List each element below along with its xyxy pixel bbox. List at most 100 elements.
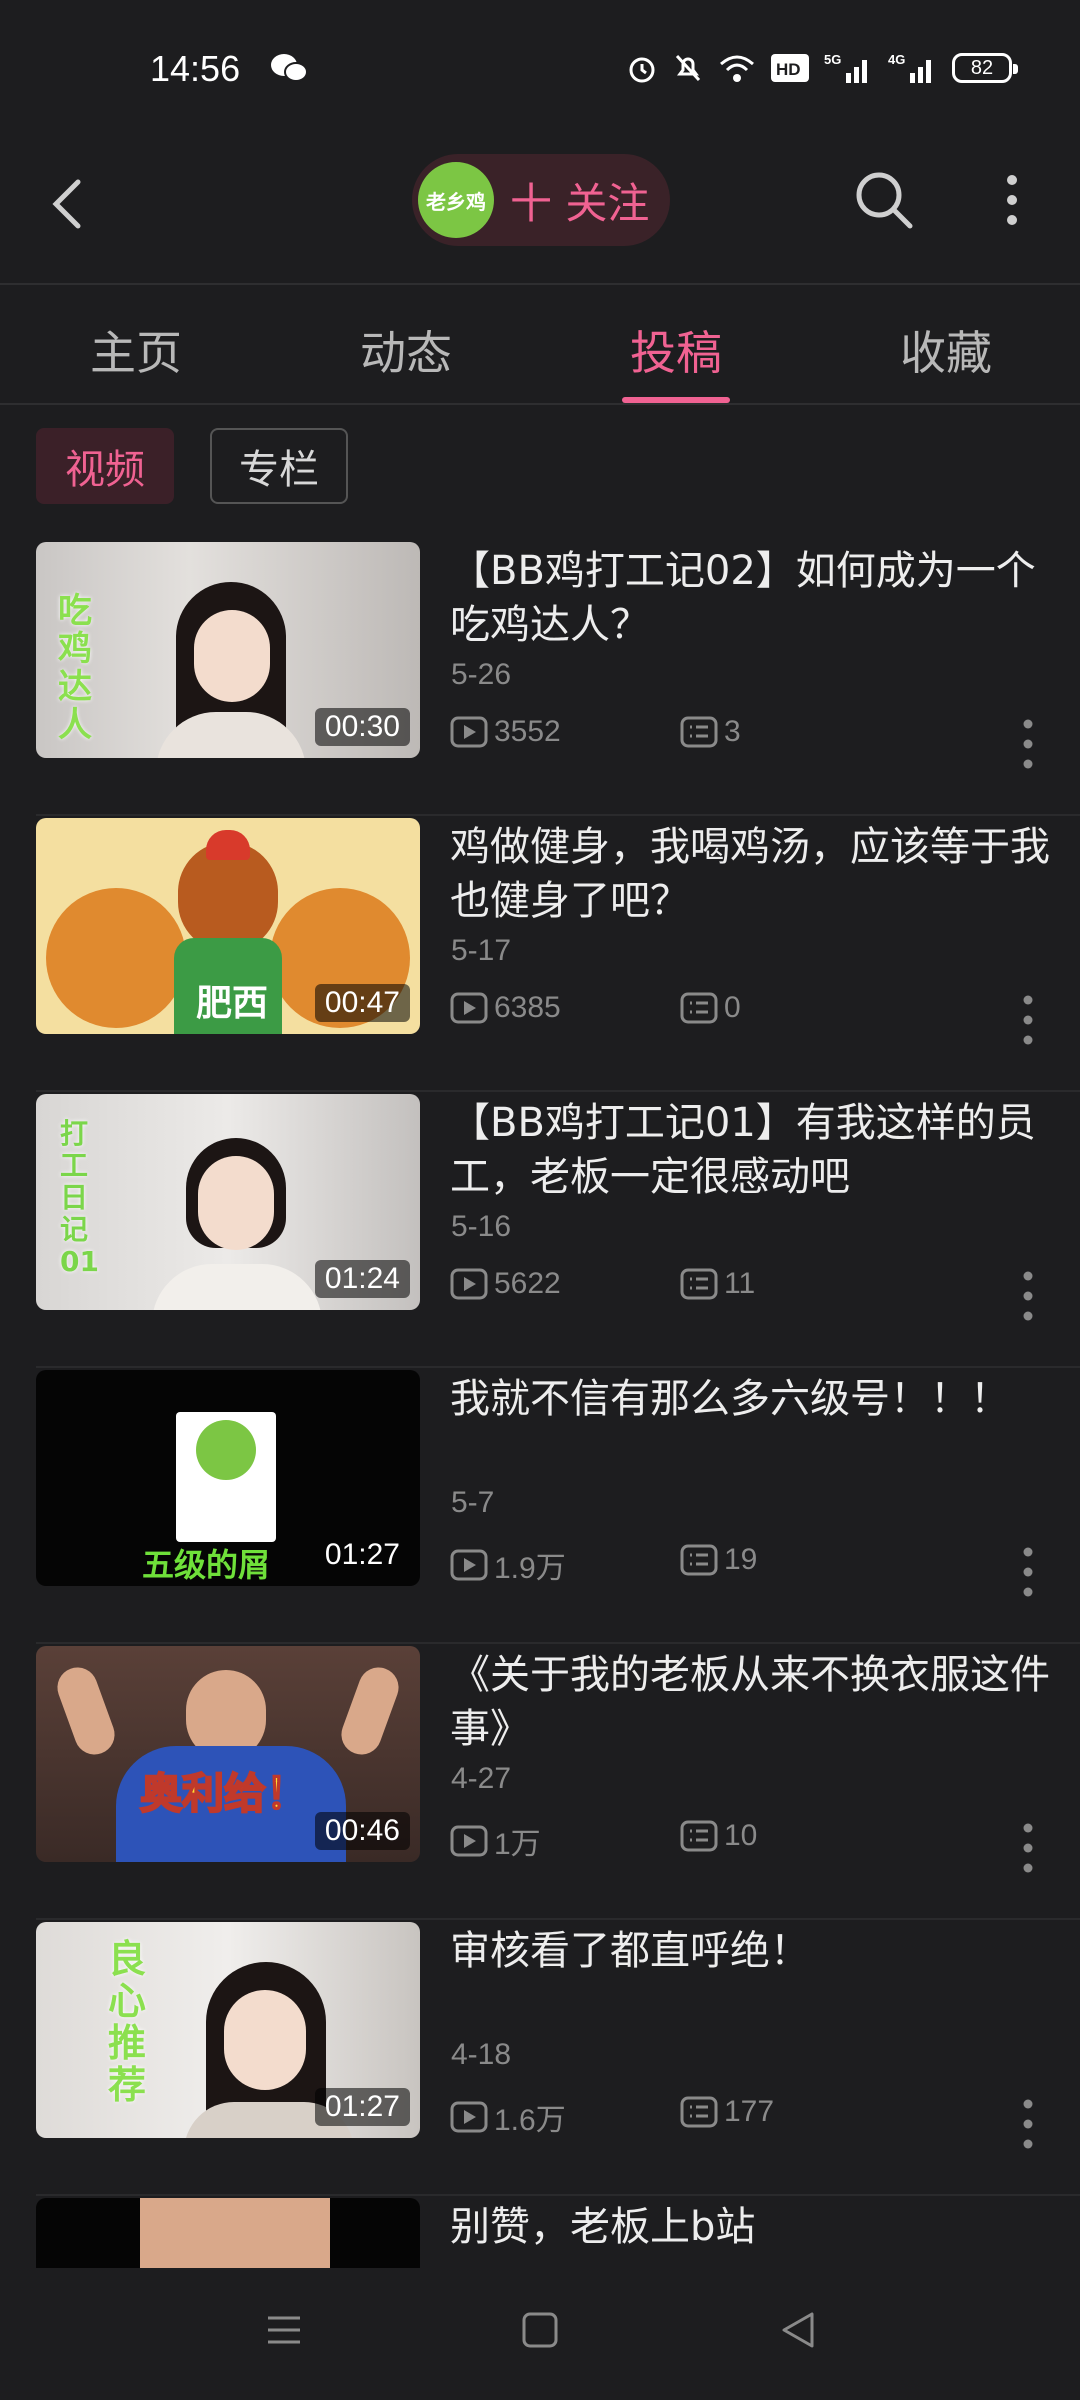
more-vertical-icon[interactable] xyxy=(1018,1268,1038,1324)
video-date: 5-16 xyxy=(451,1210,512,1243)
list-item[interactable]: 吃鸡达人 00:30 【BB鸡打工记02】如何成为一个吃鸡达人？ 5-26 35… xyxy=(0,540,1080,816)
video-stats: 1万 10 xyxy=(450,1819,1010,1861)
video-duration: 00:47 xyxy=(314,984,410,1022)
video-title[interactable]: 《关于我的老板从来不换衣服这件事》 xyxy=(450,1648,1050,1756)
header: 老乡鸡 十 关注 xyxy=(0,140,1080,285)
video-date: 5-7 xyxy=(451,1486,495,1519)
video-date: 4-27 xyxy=(451,1762,512,1795)
video-thumbnail[interactable]: 良心推荐 01:27 xyxy=(36,1922,420,2138)
comment-count: 3 xyxy=(680,715,741,749)
video-thumbnail[interactable]: 奥利给！ 00:46 xyxy=(36,1646,420,1862)
comment-count-value: 19 xyxy=(724,1543,758,1576)
wifi-icon xyxy=(720,55,754,82)
list-item[interactable]: 五级的屑 01:27 我就不信有那么多六级号！！！ 5-7 1.9万 19 xyxy=(0,1368,1080,1644)
mute-icon xyxy=(675,54,701,82)
play-icon xyxy=(450,2101,488,2133)
video-duration: 01:27 xyxy=(324,1538,400,1571)
tab-favorites[interactable]: 收藏 xyxy=(846,317,1046,383)
video-title[interactable]: 鸡做健身，我喝鸡汤，应该等于我也健身了吧？ xyxy=(450,820,1050,928)
comment-icon xyxy=(680,1544,718,1576)
video-title[interactable]: 我就不信有那么多六级号！！！ xyxy=(450,1372,1050,1426)
battery-icon: 82 xyxy=(952,53,1018,83)
video-title[interactable]: 审核看了都直呼绝！ xyxy=(450,1924,1050,1978)
video-thumbnail[interactable]: 肥西 00:47 xyxy=(36,818,420,1034)
search-icon[interactable] xyxy=(852,168,916,232)
tab-home[interactable]: 主页 xyxy=(36,317,236,383)
play-count: 1.6万 xyxy=(450,2095,566,2139)
video-duration: 00:46 xyxy=(314,1812,410,1850)
follow-button[interactable]: 老乡鸡 十 关注 xyxy=(412,154,670,246)
play-count-value: 3552 xyxy=(494,715,561,748)
play-icon xyxy=(450,1268,488,1300)
comment-icon xyxy=(680,2096,718,2128)
video-title[interactable]: 【BB鸡打工记01】有我这样的员工，老板一定很感动吧 xyxy=(450,1096,1050,1204)
list-item[interactable]: 肥西 00:47 鸡做健身，我喝鸡汤，应该等于我也健身了吧？ 5-17 6385… xyxy=(0,816,1080,1092)
thumbnail-caption: 奥利给！ xyxy=(139,1768,309,1819)
filter-column-button[interactable]: 专栏 xyxy=(210,428,348,504)
tab-dynamics[interactable]: 动态 xyxy=(306,317,506,383)
play-count: 1.9万 xyxy=(450,1543,566,1587)
more-vertical-icon[interactable] xyxy=(1018,1820,1038,1876)
filter-video-button[interactable]: 视频 xyxy=(36,428,174,504)
comment-count-value: 177 xyxy=(724,2095,775,2128)
more-vertical-icon[interactable] xyxy=(1018,716,1038,772)
video-thumbnail[interactable]: 五级的屑 01:27 xyxy=(36,1370,420,1586)
status-bar: 14:56 HD 5G 4G 82 xyxy=(0,0,1080,140)
status-time: 14:56 xyxy=(150,48,241,89)
video-thumbnail[interactable]: 吃鸡达人 00:30 xyxy=(36,542,420,758)
more-vertical-icon[interactable] xyxy=(1018,2096,1038,2152)
home-icon[interactable] xyxy=(518,2308,562,2352)
alarm-icon xyxy=(629,57,655,83)
video-date: 5-26 xyxy=(451,658,512,691)
comment-icon xyxy=(680,992,718,1024)
video-stats: 6385 0 xyxy=(450,991,1010,1031)
video-stats: 1.6万 177 xyxy=(450,2095,1010,2137)
video-duration: 00:30 xyxy=(314,708,410,746)
back-icon[interactable] xyxy=(44,172,88,236)
play-count: 1万 xyxy=(450,1819,541,1863)
list-item[interactable]: 奥利给！ 00:46 《关于我的老板从来不换衣服这件事》 4-27 1万 10 xyxy=(0,1644,1080,1920)
list-item[interactable]: 打工日记01 01:24 【BB鸡打工记01】有我这样的员工，老板一定很感动吧 … xyxy=(0,1092,1080,1368)
play-count-value: 1.9万 xyxy=(494,1552,566,1585)
video-thumbnail[interactable]: 打工日记01 01:24 xyxy=(36,1094,420,1310)
play-count: 5622 xyxy=(450,1267,561,1301)
play-count-value: 5622 xyxy=(494,1267,561,1300)
comment-count: 0 xyxy=(680,991,741,1025)
back-nav-icon[interactable] xyxy=(776,2308,820,2352)
list-item[interactable]: 良心推荐 01:27 审核看了都直呼绝！ 4-18 1.6万 177 xyxy=(0,1920,1080,2196)
more-vertical-icon[interactable] xyxy=(1018,992,1038,1048)
comment-icon xyxy=(680,716,718,748)
video-title[interactable]: 【BB鸡打工记02】如何成为一个吃鸡达人？ xyxy=(450,544,1050,652)
status-icons: HD 5G 4G 82 xyxy=(626,48,1018,88)
play-count-value: 1.6万 xyxy=(494,2104,566,2137)
4g-signal-icon: 4G xyxy=(888,52,931,83)
play-icon xyxy=(450,992,488,1024)
play-count-value: 6385 xyxy=(494,991,561,1024)
tab-submissions[interactable]: 投稿 xyxy=(576,317,776,383)
svg-text:5G: 5G xyxy=(824,52,841,67)
comment-count: 10 xyxy=(680,1819,757,1853)
more-vertical-icon[interactable] xyxy=(1018,1544,1038,1600)
video-title[interactable]: 别赞，老板上b站 xyxy=(450,2200,1050,2254)
video-duration: 01:27 xyxy=(314,2088,410,2126)
play-icon xyxy=(450,1549,488,1581)
tab-indicator xyxy=(622,397,730,403)
menu-icon[interactable] xyxy=(262,2308,306,2352)
list-item[interactable]: 别赞，老板上b站 xyxy=(0,2196,1080,2268)
thumbnail-caption: 良心推荐 xyxy=(108,1937,147,2107)
comment-count: 177 xyxy=(680,2095,774,2129)
play-count: 3552 xyxy=(450,715,561,749)
thumbnail-caption: 打工日记01 xyxy=(60,1117,99,1278)
thumbnail-caption: 肥西 xyxy=(195,983,268,1024)
profile-tabs: 主页 动态 投稿 收藏 xyxy=(0,287,1080,405)
avatar[interactable]: 老乡鸡 xyxy=(418,162,494,238)
comment-count: 19 xyxy=(680,1543,757,1577)
more-vertical-icon[interactable] xyxy=(992,170,1032,230)
play-count: 6385 xyxy=(450,991,561,1025)
video-thumbnail[interactable] xyxy=(36,2198,420,2268)
comment-icon xyxy=(680,1820,718,1852)
wechat-icon xyxy=(271,54,308,82)
comment-count-value: 10 xyxy=(724,1819,758,1852)
thumbnail-caption: 五级的屑 xyxy=(142,1546,271,1584)
comment-icon xyxy=(680,1268,718,1300)
